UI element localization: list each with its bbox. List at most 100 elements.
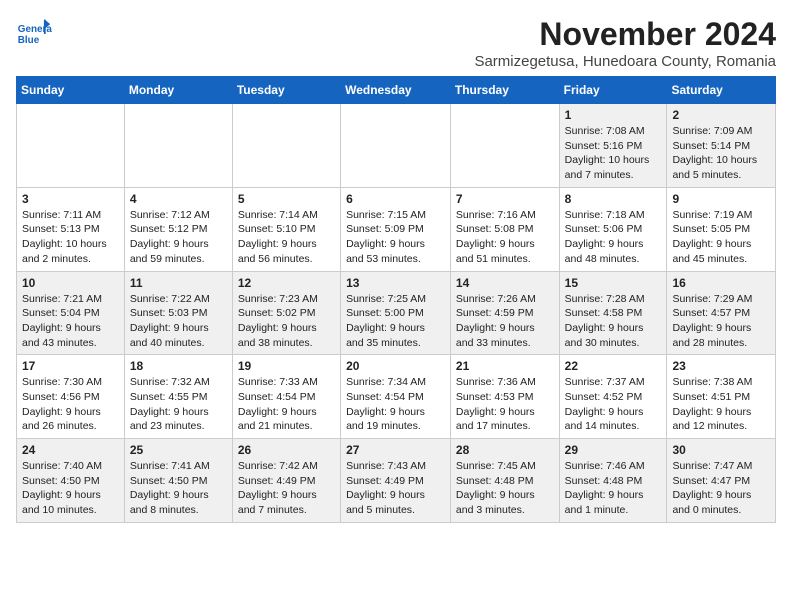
calendar-cell: 12 Sunrise: 7:23 AM Sunset: 5:02 PM Dayli… [232,271,340,355]
svg-text:Blue: Blue [18,35,40,46]
cell-content: Sunrise: 7:11 AM Sunset: 5:13 PM Dayligh… [22,208,119,267]
calendar-cell: 28Sunrise: 7:45 AM Sunset: 4:48 PM Dayli… [450,439,559,523]
cell-content: Sunrise: 7:47 AM Sunset: 4:47 PM Dayligh… [672,459,770,518]
calendar-cell: 30 Sunrise: 7:47 AM Sunset: 4:47 PM Dayli… [667,439,776,523]
cell-content: Sunrise: 7:19 AM Sunset: 5:05 PM Dayligh… [672,208,770,267]
calendar-cell: 2Sunrise: 7:09 AM Sunset: 5:14 PM Daylig… [667,104,776,188]
calendar-cell: 9 Sunrise: 7:19 AM Sunset: 5:05 PM Daylig… [667,187,776,271]
cell-content: Sunrise: 7:43 AM Sunset: 4:49 PM Dayligh… [346,459,445,518]
weekday-header-monday: Monday [124,77,232,104]
calendar-cell [450,104,559,188]
week-row-3: 10Sunrise: 7:21 AM Sunset: 5:04 PM Dayli… [17,271,776,355]
cell-content: Sunrise: 7:22 AM Sunset: 5:03 PM Dayligh… [130,292,227,351]
calendar-cell: 26 Sunrise: 7:42 AM Sunset: 4:49 PM Dayli… [232,439,340,523]
cell-content: Sunrise: 7:36 AM Sunset: 4:53 PM Dayligh… [456,375,554,434]
weekday-header-thursday: Thursday [450,77,559,104]
weekday-header-tuesday: Tuesday [232,77,340,104]
calendar-cell: 20 Sunrise: 7:34 AM Sunset: 4:54 PM Dayli… [341,355,451,439]
day-number: 20 [346,359,445,373]
day-number: 5 [238,192,335,206]
calendar-cell: 23 Sunrise: 7:38 AM Sunset: 4:51 PM Dayli… [667,355,776,439]
cell-content: Sunrise: 7:33 AM Sunset: 4:54 PM Dayligh… [238,375,335,434]
location-title: Sarmizegetusa, Hunedoara County, Romania [474,53,776,70]
cell-content: Sunrise: 7:46 AM Sunset: 4:48 PM Dayligh… [565,459,662,518]
day-number: 26 [238,443,335,457]
day-number: 8 [565,192,662,206]
cell-content: Sunrise: 7:23 AM Sunset: 5:02 PM Dayligh… [238,292,335,351]
cell-content: Sunrise: 7:21 AM Sunset: 5:04 PM Dayligh… [22,292,119,351]
calendar-cell: 7 Sunrise: 7:16 AM Sunset: 5:08 PM Daylig… [450,187,559,271]
weekday-header-wednesday: Wednesday [341,77,451,104]
title-area: November 2024 Sarmizegetusa, Hunedoara C… [474,16,776,70]
weekday-header-friday: Friday [559,77,667,104]
cell-content: Sunrise: 7:28 AM Sunset: 4:58 PM Dayligh… [565,292,662,351]
day-number: 15 [565,276,662,290]
week-row-5: 24 Sunrise: 7:40 AM Sunset: 4:50 PM Dayli… [17,439,776,523]
calendar-cell: 24 Sunrise: 7:40 AM Sunset: 4:50 PM Dayli… [17,439,125,523]
day-number: 25 [130,443,227,457]
calendar-cell: 11 Sunrise: 7:22 AM Sunset: 5:03 PM Dayli… [124,271,232,355]
logo: General Blue [16,16,52,52]
day-number: 24 [22,443,119,457]
calendar-table: SundayMondayTuesdayWednesdayThursdayFrid… [16,76,776,523]
day-number: 3 [22,192,119,206]
calendar-cell [341,104,451,188]
calendar-cell: 27 Sunrise: 7:43 AM Sunset: 4:49 PM Dayli… [341,439,451,523]
logo-icon: General Blue [16,16,52,52]
cell-content: Sunrise: 7:25 AM Sunset: 5:00 PM Dayligh… [346,292,445,351]
day-number: 6 [346,192,445,206]
day-number: 21 [456,359,554,373]
week-row-4: 17Sunrise: 7:30 AM Sunset: 4:56 PM Dayli… [17,355,776,439]
calendar-cell: 13 Sunrise: 7:25 AM Sunset: 5:00 PM Dayli… [341,271,451,355]
day-number: 22 [565,359,662,373]
day-number: 9 [672,192,770,206]
calendar-cell: 18Sunrise: 7:32 AM Sunset: 4:55 PM Dayli… [124,355,232,439]
day-number: 23 [672,359,770,373]
weekday-header-sunday: Sunday [17,77,125,104]
calendar-cell: 22 Sunrise: 7:37 AM Sunset: 4:52 PM Dayli… [559,355,667,439]
calendar-cell [17,104,125,188]
day-number: 4 [130,192,227,206]
calendar-cell [232,104,340,188]
cell-content: Sunrise: 7:34 AM Sunset: 4:54 PM Dayligh… [346,375,445,434]
day-number: 29 [565,443,662,457]
cell-content: Sunrise: 7:18 AM Sunset: 5:06 PM Dayligh… [565,208,662,267]
week-row-1: 1Sunrise: 7:08 AM Sunset: 5:16 PM Daylig… [17,104,776,188]
calendar-cell: 15 Sunrise: 7:28 AM Sunset: 4:58 PM Dayli… [559,271,667,355]
cell-content: Sunrise: 7:32 AM Sunset: 4:55 PM Dayligh… [130,375,227,434]
day-number: 30 [672,443,770,457]
calendar-cell: 6Sunrise: 7:15 AM Sunset: 5:09 PM Daylig… [341,187,451,271]
cell-content: Sunrise: 7:38 AM Sunset: 4:51 PM Dayligh… [672,375,770,434]
calendar-cell: 14 Sunrise: 7:26 AM Sunset: 4:59 PM Dayli… [450,271,559,355]
day-number: 11 [130,276,227,290]
day-number: 28 [456,443,554,457]
week-row-2: 3 Sunrise: 7:11 AM Sunset: 5:13 PM Daylig… [17,187,776,271]
cell-content: Sunrise: 7:37 AM Sunset: 4:52 PM Dayligh… [565,375,662,434]
day-number: 14 [456,276,554,290]
day-number: 19 [238,359,335,373]
day-number: 7 [456,192,554,206]
day-number: 27 [346,443,445,457]
calendar-cell: 4 Sunrise: 7:12 AM Sunset: 5:12 PM Daylig… [124,187,232,271]
cell-content: Sunrise: 7:42 AM Sunset: 4:49 PM Dayligh… [238,459,335,518]
calendar-cell: 1Sunrise: 7:08 AM Sunset: 5:16 PM Daylig… [559,104,667,188]
calendar-cell [124,104,232,188]
day-number: 13 [346,276,445,290]
cell-content: Sunrise: 7:41 AM Sunset: 4:50 PM Dayligh… [130,459,227,518]
day-number: 1 [565,108,662,122]
calendar-cell: 19 Sunrise: 7:33 AM Sunset: 4:54 PM Dayli… [232,355,340,439]
calendar-cell: 5 Sunrise: 7:14 AM Sunset: 5:10 PM Daylig… [232,187,340,271]
calendar-cell: 8 Sunrise: 7:18 AM Sunset: 5:06 PM Daylig… [559,187,667,271]
day-number: 17 [22,359,119,373]
day-number: 12 [238,276,335,290]
month-title: November 2024 [474,16,776,53]
cell-content: Sunrise: 7:40 AM Sunset: 4:50 PM Dayligh… [22,459,119,518]
calendar-cell: 10Sunrise: 7:21 AM Sunset: 5:04 PM Dayli… [17,271,125,355]
cell-content: Sunrise: 7:12 AM Sunset: 5:12 PM Dayligh… [130,208,227,267]
cell-content: Sunrise: 7:16 AM Sunset: 5:08 PM Dayligh… [456,208,554,267]
weekday-header-row: SundayMondayTuesdayWednesdayThursdayFrid… [17,77,776,104]
calendar-cell: 21 Sunrise: 7:36 AM Sunset: 4:53 PM Dayli… [450,355,559,439]
cell-content: Sunrise: 7:26 AM Sunset: 4:59 PM Dayligh… [456,292,554,351]
calendar-cell: 3 Sunrise: 7:11 AM Sunset: 5:13 PM Daylig… [17,187,125,271]
cell-content: Sunrise: 7:14 AM Sunset: 5:10 PM Dayligh… [238,208,335,267]
